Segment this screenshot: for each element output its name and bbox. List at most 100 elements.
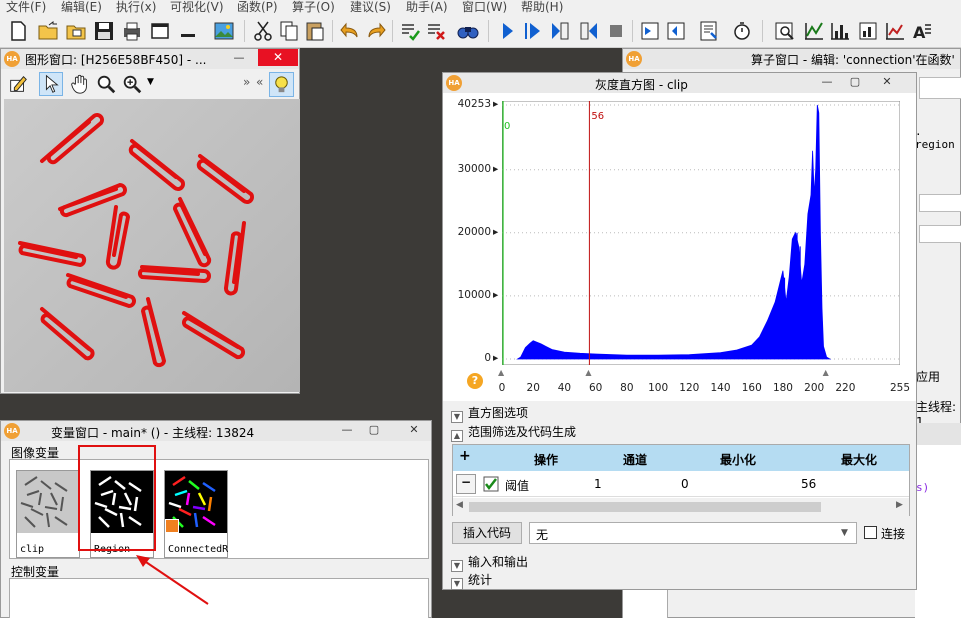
menu-assistants[interactable]: 助手(A)	[406, 0, 448, 14]
add-row-button[interactable]: +	[459, 448, 471, 464]
scrollbar-thumb[interactable]	[469, 502, 821, 512]
zoom-window-icon[interactable]	[773, 19, 797, 43]
insert-code-button[interactable]: 插入代码	[452, 522, 522, 544]
thumbnail-clip[interactable]: clip	[16, 470, 80, 558]
menu-execute[interactable]: 执行(x)	[116, 0, 156, 14]
window-icon[interactable]	[148, 19, 172, 43]
scroll-right-icon[interactable]: ▶	[896, 500, 903, 510]
param-field-2[interactable]	[919, 194, 961, 212]
step-out-icon[interactable]	[577, 19, 601, 43]
reset-program-icon[interactable]	[664, 19, 688, 43]
feature-inspection-icon[interactable]	[883, 19, 907, 43]
lightbulb-button[interactable]	[269, 72, 294, 97]
open-program-icon[interactable]	[64, 19, 88, 43]
min-threshold-label: 0	[504, 121, 510, 132]
horizontal-scrollbar[interactable]: ◀ ▶	[453, 498, 909, 516]
copy-icon[interactable]	[277, 19, 301, 43]
undo-icon[interactable]	[338, 19, 362, 43]
menu-procedures[interactable]: 函数(P)	[237, 0, 278, 14]
step-over-icon[interactable]	[521, 19, 545, 43]
close-button[interactable]: ✕	[258, 49, 298, 66]
program-editor[interactable]: s)	[915, 445, 961, 618]
histogram-plot[interactable]: 0 56	[502, 101, 900, 365]
find-icon[interactable]	[456, 19, 480, 43]
param-field-1[interactable]	[919, 77, 961, 99]
edit-pen-icon[interactable]	[7, 73, 29, 95]
range-table-container: + 操作 通道 最小化 最大化 − 阈值 1 0 56 ◀ ▶	[452, 444, 910, 516]
new-file-icon[interactable]	[6, 19, 30, 43]
minimize-button[interactable]: —	[338, 423, 356, 437]
collapse-icon[interactable]: «	[256, 75, 263, 89]
close-button[interactable]: ✕	[878, 75, 896, 89]
ocr-icon[interactable]: A	[910, 19, 934, 43]
minimize-button[interactable]: —	[818, 75, 836, 89]
statistics-toggle[interactable]: ▼ 统计	[451, 571, 492, 590]
step-into-icon[interactable]	[548, 19, 572, 43]
feature-histogram-icon[interactable]	[856, 19, 880, 43]
menu-suggestions[interactable]: 建议(S)	[350, 0, 391, 14]
save-icon[interactable]	[92, 19, 116, 43]
x-tick-label: 255	[890, 382, 911, 394]
magnifier-icon[interactable]	[95, 73, 117, 95]
histogram-options-toggle[interactable]: ▼ 直方图选项	[451, 404, 528, 423]
expand-icon[interactable]: »	[243, 75, 250, 89]
menu-operators[interactable]: 算子(O)	[292, 0, 335, 14]
x-tick-label: 60	[588, 382, 603, 394]
maximize-button[interactable]: ▢	[365, 423, 383, 437]
cut-icon[interactable]	[251, 19, 275, 43]
x-tick-label: 120	[679, 382, 700, 394]
x-tick-label: 0	[498, 382, 506, 394]
x-marker-arrow[interactable]: ▲	[585, 368, 591, 377]
graphics-icon[interactable]	[697, 19, 721, 43]
menu-visualize[interactable]: 可视化(V)	[170, 0, 224, 14]
highlight-box	[78, 445, 156, 551]
graphics-window: HA 图形窗口: [H256E58BF450] - ... — ✕ ▼ » «	[0, 48, 300, 394]
paste-icon[interactable]	[303, 19, 327, 43]
image-display[interactable]	[4, 99, 300, 392]
open-folder-icon[interactable]	[36, 19, 60, 43]
minimize-button[interactable]: —	[230, 51, 248, 65]
chevron-down-icon[interactable]: ▼	[147, 77, 154, 87]
checked-icon[interactable]	[483, 476, 499, 492]
param-field-3[interactable]	[919, 225, 961, 243]
pointer-tool-button[interactable]	[39, 72, 63, 96]
histogram-icon[interactable]	[828, 19, 852, 43]
print-icon[interactable]	[120, 19, 144, 43]
cell-min[interactable]: 0	[681, 477, 689, 491]
maximize-button[interactable]: ▢	[846, 75, 864, 89]
header-operation: 操作	[534, 453, 559, 467]
hand-icon[interactable]	[69, 73, 91, 95]
scroll-left-icon[interactable]: ◀	[456, 500, 463, 510]
apply-button[interactable]: 应用	[916, 368, 940, 385]
table-row[interactable]: − 阈值 1 0 56	[453, 472, 909, 497]
redo-icon[interactable]	[364, 19, 388, 43]
stop-icon[interactable]	[604, 19, 628, 43]
activate-icon[interactable]	[398, 19, 422, 43]
operator-window-titlebar: HA 算子窗口 - 编辑: 'connection'在函数'	[623, 49, 960, 69]
connect-label: 连接	[881, 527, 906, 541]
help-icon[interactable]: ?	[467, 373, 483, 389]
code-type-dropdown[interactable]: 无 ▼	[529, 522, 857, 544]
thumbnail-connectedregions[interactable]: ConnectedR	[164, 470, 228, 558]
x-marker-arrow[interactable]: ▲	[823, 368, 829, 377]
x-marker-arrow[interactable]: ▲	[498, 368, 504, 377]
menu-file[interactable]: 文件(F)	[6, 0, 46, 14]
image-icon[interactable]	[212, 19, 236, 43]
run-icon[interactable]	[495, 19, 519, 43]
remove-row-button[interactable]: −	[456, 474, 476, 494]
timer-icon[interactable]	[730, 19, 754, 43]
menu-window[interactable]: 窗口(W)	[462, 0, 507, 14]
reset-icon[interactable]	[638, 19, 662, 43]
minimize-icon[interactable]	[176, 19, 200, 43]
io-toggle[interactable]: ▼ 输入和输出	[451, 553, 528, 572]
chevron-up-icon: ▲	[451, 430, 463, 442]
cell-max[interactable]: 56	[801, 477, 816, 491]
menu-help[interactable]: 帮助(H)	[521, 0, 563, 14]
zoom-icon[interactable]	[121, 73, 143, 95]
menu-edit[interactable]: 编辑(E)	[61, 0, 102, 14]
close-button[interactable]: ✕	[405, 423, 423, 437]
connect-checkbox[interactable]	[864, 526, 877, 539]
deactivate-icon[interactable]	[424, 19, 448, 43]
range-filter-toggle[interactable]: ▲ 范围筛选及代码生成	[451, 423, 576, 442]
line-profile-icon[interactable]	[802, 19, 826, 43]
